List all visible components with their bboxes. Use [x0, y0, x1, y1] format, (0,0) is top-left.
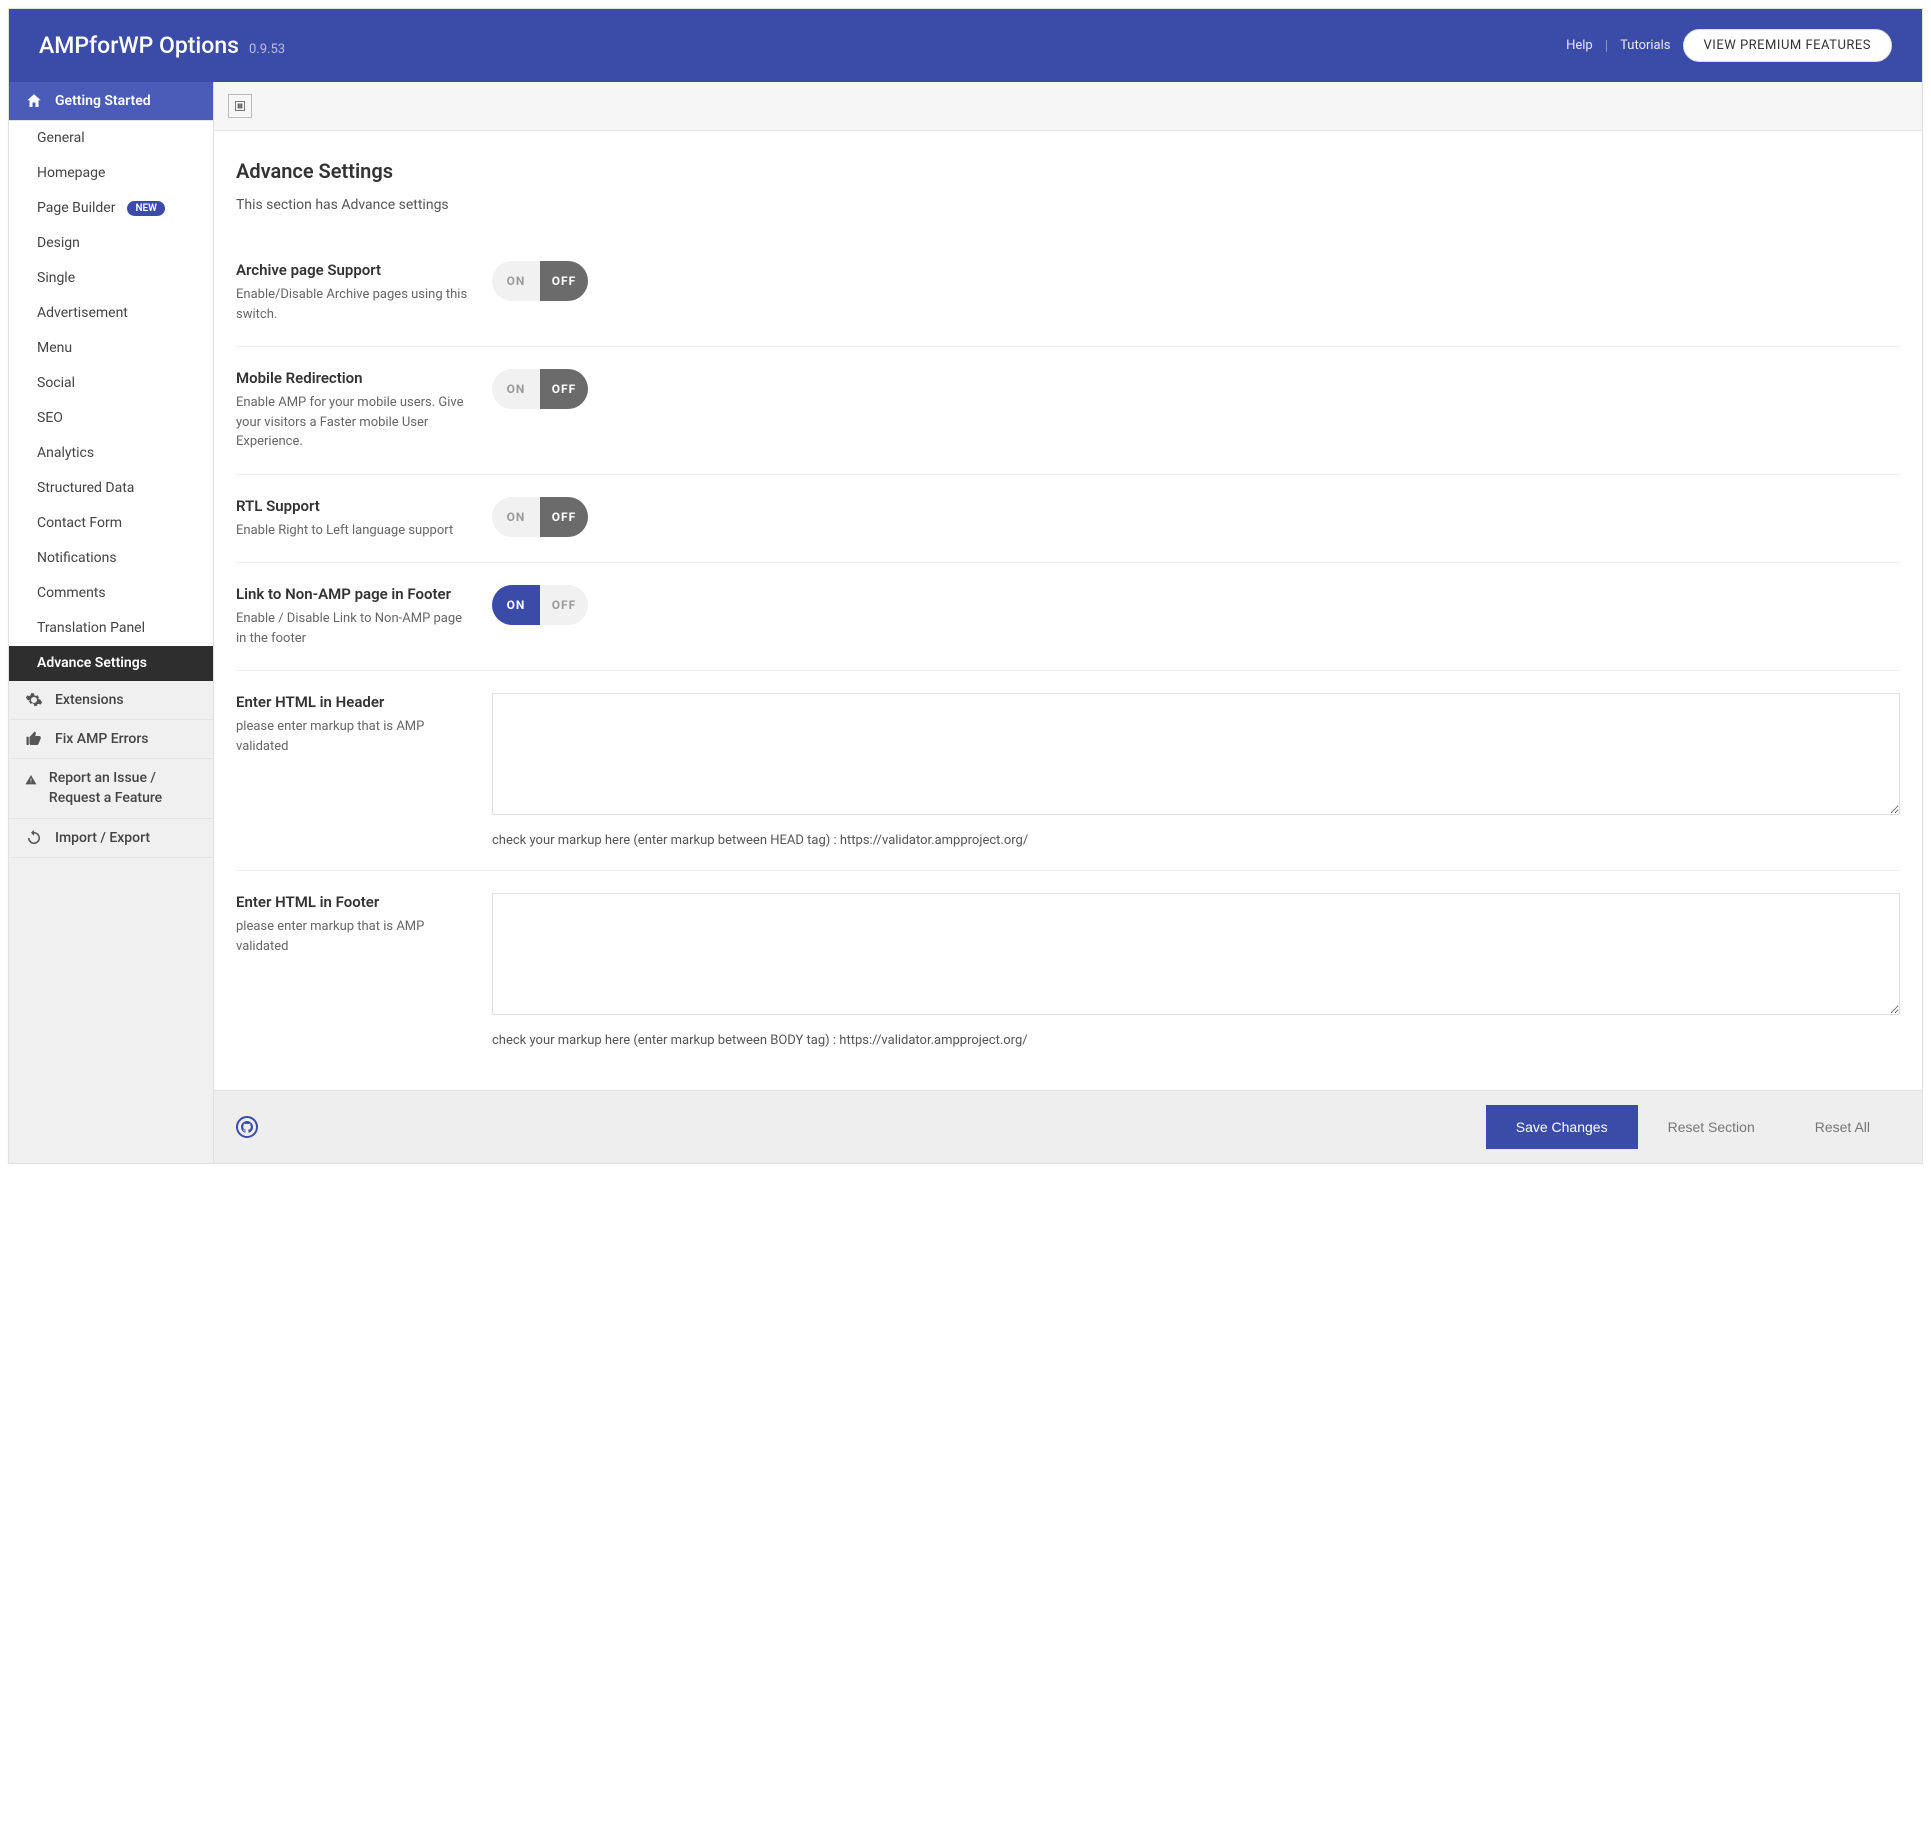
gear-icon	[25, 691, 43, 709]
sidebar-item-seo[interactable]: SEO	[9, 401, 213, 436]
sidebar-item-comments[interactable]: Comments	[9, 576, 213, 611]
html-footer-desc: please enter markup that is AMP validate…	[236, 917, 472, 956]
sidebar-item-general[interactable]: General	[9, 121, 213, 156]
page-title: Advance Settings	[236, 159, 1900, 183]
sidebar-item-single[interactable]: Single	[9, 261, 213, 296]
tutorials-link[interactable]: Tutorials	[1620, 38, 1670, 53]
html-header-textarea[interactable]	[492, 693, 1900, 815]
sidebar-item-homepage[interactable]: Homepage	[9, 156, 213, 191]
html-footer-hint: check your markup here (enter markup bet…	[492, 1033, 1900, 1048]
html-footer-label: Enter HTML in Footer	[236, 893, 472, 911]
sidebar-item-extensions[interactable]: Extensions	[9, 681, 213, 720]
nonamp-link-label: Link to Non-AMP page in Footer	[236, 585, 472, 603]
header-divider: |	[1605, 38, 1608, 54]
archive-support-label: Archive page Support	[236, 261, 472, 279]
reset-all-button[interactable]: Reset All	[1785, 1105, 1900, 1149]
sidebar-item-social[interactable]: Social	[9, 366, 213, 401]
sidebar-item-fix-errors[interactable]: Fix AMP Errors	[9, 720, 213, 759]
archive-support-desc: Enable/Disable Archive pages using this …	[236, 285, 472, 324]
archive-support-toggle[interactable]: ON OFF	[492, 261, 588, 301]
new-badge: NEW	[127, 201, 165, 216]
rtl-support-toggle[interactable]: ON OFF	[492, 497, 588, 537]
sidebar-item-report-issue[interactable]: Report an Issue / Request a Feature	[9, 759, 213, 819]
thumbs-up-icon	[25, 730, 43, 748]
sidebar-item-analytics[interactable]: Analytics	[9, 436, 213, 471]
home-icon	[25, 92, 43, 110]
main-toolbar	[214, 82, 1922, 131]
nonamp-link-desc: Enable / Disable Link to Non-AMP page in…	[236, 609, 472, 648]
sidebar-item-advance-settings[interactable]: Advance Settings	[9, 646, 213, 681]
github-icon[interactable]	[236, 1116, 258, 1138]
sidebar-item-menu[interactable]: Menu	[9, 331, 213, 366]
nonamp-link-toggle[interactable]: ON OFF	[492, 585, 588, 625]
header-bar: AMPforWP Options 0.9.53 Help | Tutorials…	[9, 9, 1922, 82]
html-header-label: Enter HTML in Header	[236, 693, 472, 711]
help-link[interactable]: Help	[1566, 38, 1593, 53]
expand-panel-button[interactable]	[228, 94, 252, 118]
sidebar-item-translation-panel[interactable]: Translation Panel	[9, 611, 213, 646]
mobile-redirection-toggle[interactable]: ON OFF	[492, 369, 588, 409]
sidebar-item-getting-started[interactable]: Getting Started	[9, 82, 213, 121]
sidebar-item-notifications[interactable]: Notifications	[9, 541, 213, 576]
html-header-hint: check your markup here (enter markup bet…	[492, 833, 1900, 848]
reset-section-button[interactable]: Reset Section	[1638, 1105, 1785, 1149]
app-title: AMPforWP Options	[39, 32, 239, 59]
rtl-support-desc: Enable Right to Left language support	[236, 521, 472, 541]
sidebar: Getting Started General Homepage Page Bu…	[9, 82, 214, 1163]
html-header-desc: please enter markup that is AMP validate…	[236, 717, 472, 756]
rtl-support-label: RTL Support	[236, 497, 472, 515]
sidebar-label: Getting Started	[55, 93, 151, 109]
warning-icon	[25, 771, 37, 789]
mobile-redirection-desc: Enable AMP for your mobile users. Give y…	[236, 393, 472, 452]
refresh-icon	[25, 829, 43, 847]
sidebar-item-contact-form[interactable]: Contact Form	[9, 506, 213, 541]
sidebar-item-advertisement[interactable]: Advertisement	[9, 296, 213, 331]
html-footer-textarea[interactable]	[492, 893, 1900, 1015]
app-version: 0.9.53	[249, 42, 285, 57]
sidebar-item-import-export[interactable]: Import / Export	[9, 819, 213, 858]
sidebar-item-design[interactable]: Design	[9, 226, 213, 261]
mobile-redirection-label: Mobile Redirection	[236, 369, 472, 387]
sidebar-item-page-builder[interactable]: Page Builder NEW	[9, 191, 213, 226]
sidebar-item-structured-data[interactable]: Structured Data	[9, 471, 213, 506]
save-changes-button[interactable]: Save Changes	[1486, 1105, 1638, 1149]
view-premium-button[interactable]: VIEW PREMIUM FEATURES	[1683, 29, 1893, 62]
page-subtitle: This section has Advance settings	[236, 197, 1900, 213]
